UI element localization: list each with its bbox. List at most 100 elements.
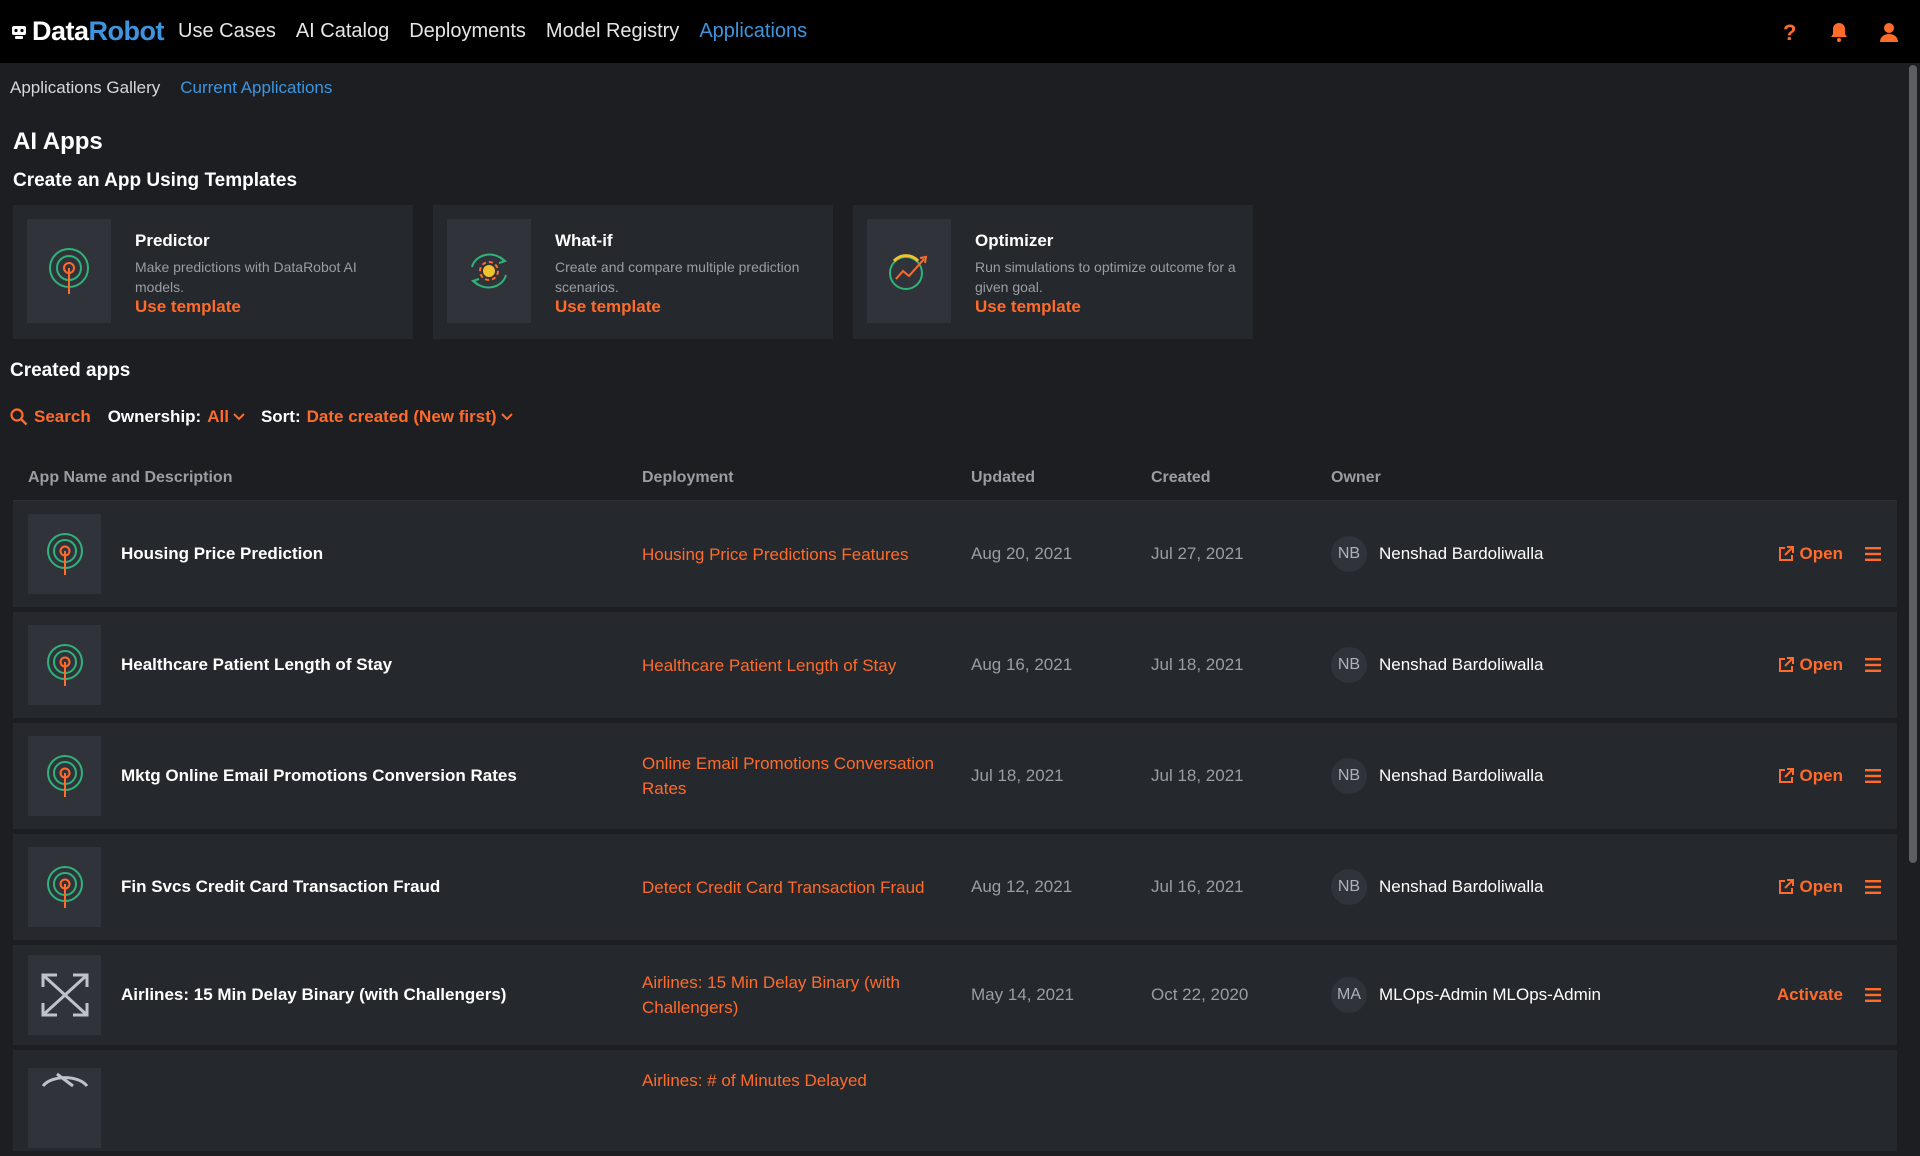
hamburger-menu-icon[interactable] (1865, 767, 1883, 785)
owner-name: MLOps-Admin MLOps-Admin (1379, 985, 1602, 1004)
open-button[interactable]: Open (1777, 655, 1843, 675)
what-if-icon (447, 219, 531, 323)
card-title: What-if (555, 231, 613, 250)
external-link-icon (1778, 546, 1794, 561)
bell-icon[interactable] (1828, 21, 1850, 43)
owner-name: Nenshad Bardoliwalla (1379, 544, 1544, 563)
open-button[interactable]: Open (1777, 877, 1843, 897)
use-template-link[interactable]: Use template (975, 297, 1245, 317)
use-template-link[interactable]: Use template (555, 297, 825, 317)
app-name[interactable]: Healthcare Patient Length of Stay (121, 655, 392, 675)
deployment-link[interactable]: Online Email Promotions Conversation Rat… (642, 754, 934, 798)
header-created[interactable]: Created (1151, 469, 1331, 487)
updated-date: Aug 12, 2021 (971, 877, 1073, 896)
nav-applications[interactable]: Applications (699, 20, 807, 43)
hamburger-menu-icon[interactable] (1865, 656, 1883, 674)
table-row[interactable]: Mktg Online Email Promotions Conversion … (13, 723, 1897, 834)
logo-text-data: Data (32, 16, 89, 46)
header-updated[interactable]: Updated (971, 469, 1151, 487)
header-app-name[interactable]: App Name and Description (13, 469, 642, 487)
deployment-link[interactable]: Detect Credit Card Transaction Fraud (642, 878, 925, 897)
sort-value: Date created (New first) (306, 407, 497, 426)
card-title: Predictor (135, 231, 210, 250)
deployment-link[interactable]: Airlines: 15 Min Delay Binary (with Chal… (642, 973, 900, 1017)
predictor-icon (28, 847, 101, 927)
user-icon[interactable] (1878, 21, 1900, 43)
deployment-link[interactable]: Housing Price Predictions Features (642, 545, 908, 564)
owner-name: Nenshad Bardoliwalla (1379, 766, 1544, 785)
created-date: Jul 16, 2021 (1151, 877, 1244, 896)
tab-applications-gallery[interactable]: Applications Gallery (10, 78, 160, 98)
activate-button[interactable]: Activate (1777, 985, 1843, 1005)
card-description: Run simulations to optimize outcome for … (975, 259, 1236, 295)
predictor-icon (27, 219, 111, 323)
svg-text:?: ? (1783, 21, 1796, 43)
sort-label: Sort: (260, 407, 301, 426)
owner-name: Nenshad Bardoliwalla (1379, 655, 1544, 674)
open-label: Open (1799, 877, 1843, 896)
table-row[interactable]: Fin Svcs Credit Card Transaction Fraud D… (13, 834, 1897, 945)
deployment-link[interactable]: Healthcare Patient Length of Stay (642, 656, 896, 675)
ownership-dropdown[interactable]: All (207, 407, 245, 427)
logo-text-robot: Robot (88, 16, 165, 46)
open-label: Open (1799, 766, 1843, 785)
table-row[interactable]: Airlines: # of Minutes Delayed (13, 1050, 1897, 1156)
page-scrollbar[interactable] (1906, 63, 1920, 1080)
ownership-value: All (207, 407, 229, 426)
created-apps-heading: Created apps (10, 360, 131, 381)
main-nav: Use Cases AI Catalog Deployments Model R… (178, 20, 827, 43)
created-date: Jul 18, 2021 (1151, 655, 1244, 674)
hamburger-menu-icon[interactable] (1865, 878, 1883, 896)
sort-dropdown[interactable]: Date created (New first) (307, 407, 513, 427)
table-row[interactable]: Healthcare Patient Length of Stay Health… (13, 612, 1897, 723)
app-name[interactable]: Mktg Online Email Promotions Conversion … (121, 766, 517, 786)
templates-heading: Create an App Using Templates (13, 170, 298, 191)
template-card-optimizer[interactable]: Optimizer Run simulations to optimize ou… (853, 205, 1253, 339)
app-name[interactable]: Fin Svcs Credit Card Transaction Fraud (121, 877, 440, 897)
use-template-link[interactable]: Use template (135, 297, 405, 317)
app-name[interactable]: Airlines: 15 Min Delay Binary (with Chal… (121, 985, 506, 1005)
header-deployment[interactable]: Deployment (642, 469, 971, 487)
predictor-icon (28, 625, 101, 705)
datarobot-logo[interactable]: Data Robot (10, 0, 165, 63)
nav-model-registry[interactable]: Model Registry (546, 20, 679, 43)
created-date: Oct 22, 2020 (1151, 985, 1249, 1004)
predictor-icon (28, 514, 101, 594)
updated-date: May 14, 2021 (971, 985, 1075, 1004)
table-row[interactable]: Housing Price Prediction Housing Price P… (13, 501, 1897, 612)
search-button[interactable]: Search (10, 407, 91, 427)
header-owner[interactable]: Owner (1331, 469, 1691, 487)
template-card-what-if[interactable]: What-if Create and compare multiple pred… (433, 205, 833, 339)
app-name[interactable]: Housing Price Prediction (121, 544, 323, 564)
card-description: Make predictions with DataRobot AI model… (135, 259, 357, 295)
created-date: Jul 27, 2021 (1151, 544, 1244, 563)
scrollbar-thumb[interactable] (1909, 65, 1917, 863)
open-label: Open (1799, 655, 1843, 674)
nav-use-cases[interactable]: Use Cases (178, 20, 276, 43)
open-button[interactable]: Open (1777, 544, 1843, 564)
open-label: Open (1799, 544, 1843, 563)
template-cards: Predictor Make predictions with DataRobo… (13, 205, 1273, 339)
open-button[interactable]: Open (1777, 766, 1843, 786)
external-link-icon (1778, 768, 1794, 783)
external-link-icon (1778, 879, 1794, 894)
optimizer-icon (867, 219, 951, 323)
updated-date: Aug 20, 2021 (971, 544, 1073, 563)
nav-ai-catalog[interactable]: AI Catalog (296, 20, 389, 43)
top-navigation-bar: Data Robot Use Cases AI Catalog Deploymen… (0, 0, 1920, 63)
tab-current-applications[interactable]: Current Applications (180, 78, 332, 98)
top-icons: ? (1750, 0, 1900, 63)
help-icon[interactable]: ? (1778, 21, 1800, 43)
hamburger-menu-icon[interactable] (1865, 545, 1883, 563)
avatar: NB (1331, 536, 1367, 572)
avatar: MA (1331, 977, 1367, 1013)
filter-bar: Search Ownership: All Sort: Date created… (10, 407, 529, 427)
nav-deployments[interactable]: Deployments (409, 20, 526, 43)
table-header: App Name and Description Deployment Upda… (13, 455, 1897, 501)
table-row[interactable]: Airlines: 15 Min Delay Binary (with Chal… (13, 945, 1897, 1050)
deployment-link[interactable]: Airlines: # of Minutes Delayed (642, 1071, 867, 1090)
hamburger-menu-icon[interactable] (1865, 986, 1883, 1004)
template-card-predictor[interactable]: Predictor Make predictions with DataRobo… (13, 205, 413, 339)
page-title: AI Apps (13, 128, 103, 155)
created-date: Jul 18, 2021 (1151, 766, 1244, 785)
